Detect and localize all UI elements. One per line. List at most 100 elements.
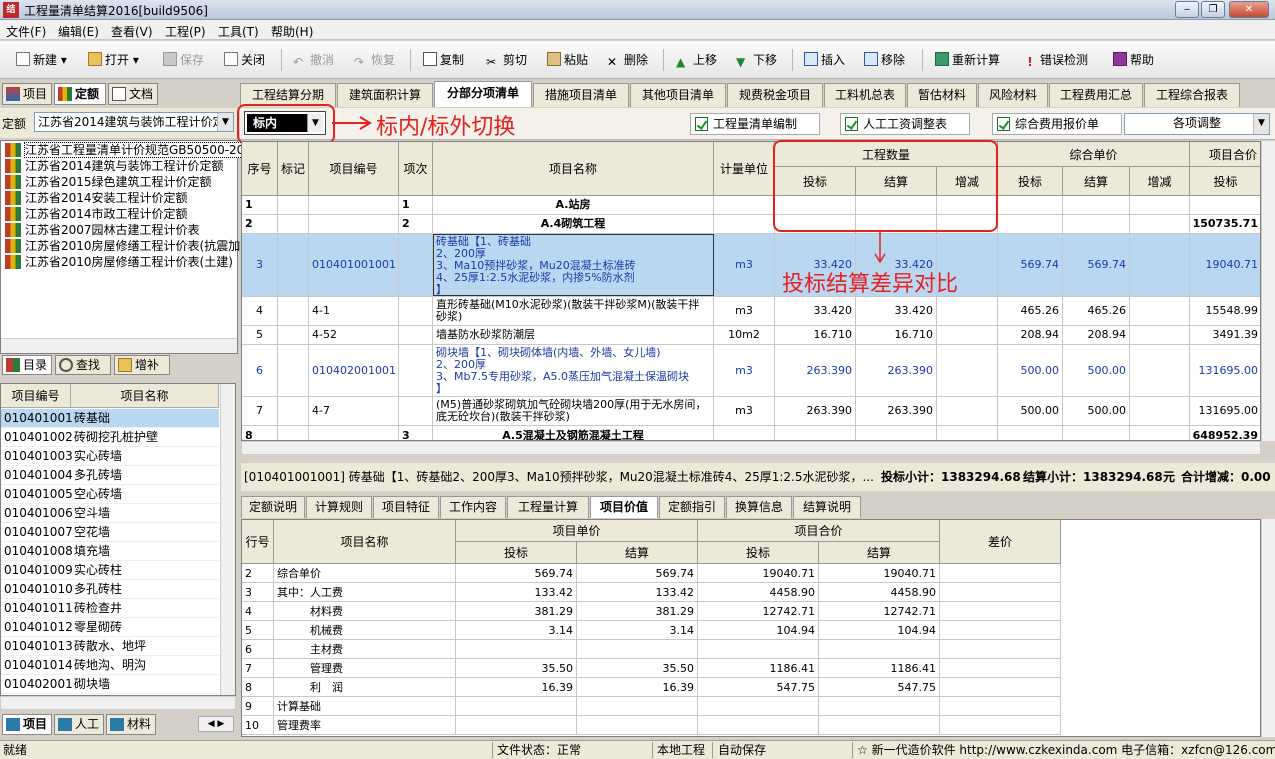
grid-cell-name[interactable]: A.4砌筑工程	[433, 215, 714, 233]
tab-conversion[interactable]: 换算信息	[726, 496, 792, 518]
grid-cell-unit[interactable]: m3	[714, 397, 775, 425]
insert-button[interactable]: 插入	[804, 50, 845, 70]
table-row[interactable]: 010401007 空花墙	[1, 523, 219, 542]
col-seq[interactable]: 序号	[242, 142, 278, 196]
value-cell-a[interactable]: 16.39	[456, 678, 577, 697]
value-cell-d[interactable]	[819, 716, 940, 735]
grid-cell-mark[interactable]	[278, 426, 309, 440]
grid-cell-p3[interactable]	[1130, 215, 1190, 233]
grid-horizontal-scrollbar[interactable]	[241, 441, 1261, 455]
menu-edit[interactable]: 编辑(E)	[58, 23, 99, 40]
col-unit-settle[interactable]: 结算	[577, 542, 698, 564]
grid-vertical-scrollbar[interactable]	[1261, 141, 1275, 441]
value-cell-x[interactable]	[940, 697, 1061, 716]
tab-qty-calc[interactable]: 工程量计算	[507, 496, 589, 518]
table-row[interactable]: 010401008 填充墙	[1, 542, 219, 561]
value-cell-a[interactable]: 133.42	[456, 583, 577, 602]
cut-button[interactable]: ✂ 剪切	[486, 50, 527, 70]
item-table-horizontal-scrollbar[interactable]	[0, 696, 236, 710]
menu-view[interactable]: 查看(V)	[111, 23, 153, 40]
grid-cell-mark[interactable]	[278, 326, 309, 344]
grid-cell-t1[interactable]: 648952.39	[1190, 426, 1260, 440]
grid-cell-unit[interactable]	[714, 426, 775, 440]
menu-tools[interactable]: 工具(T)	[218, 23, 259, 40]
value-cell-a[interactable]	[456, 640, 577, 659]
grid-cell-unit[interactable]: m3	[714, 345, 775, 396]
grid-cell-name[interactable]: A.站房	[433, 196, 714, 214]
grid-cell-q2[interactable]: 16.710	[856, 326, 937, 344]
item-name-header[interactable]: 项目名称	[71, 384, 219, 408]
grid-cell-unit[interactable]	[714, 196, 775, 214]
col-group-price[interactable]: 综合单价	[998, 142, 1190, 167]
grid-cell-seq[interactable]: 2	[242, 215, 278, 233]
value-cell-n[interactable]: 6	[242, 640, 274, 659]
grid-cell-p1[interactable]: 500.00	[998, 397, 1063, 425]
grid-cell-seq[interactable]: 8	[242, 426, 278, 440]
value-cell-n[interactable]: 5	[242, 621, 274, 640]
value-cell-name[interactable]: 利 润	[274, 678, 456, 697]
detail-vertical-scrollbar[interactable]	[1261, 519, 1275, 737]
table-row[interactable]: 9 计算基础	[242, 697, 1061, 716]
col-item-name[interactable]: 项目名称	[274, 520, 456, 564]
value-cell-c[interactable]	[698, 640, 819, 659]
grid-cell-unit[interactable]: m3	[714, 234, 775, 296]
grid-cell-q2[interactable]: 33.420	[856, 297, 937, 325]
grid-cell-p2[interactable]: 500.00	[1063, 397, 1130, 425]
value-cell-c[interactable]: 4458.90	[698, 583, 819, 602]
recalculate-button[interactable]: 重新计算	[935, 50, 1000, 70]
grid-cell-p2[interactable]	[1063, 196, 1130, 214]
move-up-button[interactable]: ▲ 上移	[676, 50, 717, 70]
value-cell-n[interactable]: 3	[242, 583, 274, 602]
value-cell-x[interactable]	[940, 621, 1061, 640]
grid-cell-t1[interactable]: 3491.39	[1190, 326, 1260, 344]
help-button[interactable]: 帮助	[1113, 50, 1154, 70]
value-cell-c[interactable]: 104.94	[698, 621, 819, 640]
maximize-button[interactable]: ❐	[1201, 1, 1225, 18]
grid-cell-t1[interactable]: 19040.71	[1190, 234, 1260, 296]
quota-tree-item[interactable]: 江苏省工程量清单计价规范GB50500-2013	[5, 142, 261, 158]
quota-tree-item[interactable]: 江苏省2007园林古建工程计价表	[5, 222, 200, 238]
value-cell-a[interactable]: 569.74	[456, 564, 577, 583]
grid-cell-q1[interactable]: 16.710	[775, 326, 856, 344]
grid-cell-q2[interactable]	[856, 426, 937, 440]
value-cell-name[interactable]: 综合单价	[274, 564, 456, 583]
tab-quota-notes[interactable]: 定额说明	[241, 496, 305, 518]
value-cell-a[interactable]: 3.14	[456, 621, 577, 640]
item-table-vertical-scrollbar[interactable]	[220, 384, 235, 695]
grid-cell-p1[interactable]	[998, 215, 1063, 233]
grid-cell-level[interactable]: 3	[399, 426, 433, 440]
grid-cell-code[interactable]: 4-52	[309, 326, 399, 344]
grid-cell-mark[interactable]	[278, 297, 309, 325]
menu-file[interactable]: 文件(F)	[6, 23, 46, 40]
open-button[interactable]: 打开 ▾	[88, 50, 139, 70]
value-cell-b[interactable]	[577, 716, 698, 735]
table-row[interactable]: 010401002 砖砌挖孔桩护壁	[1, 428, 219, 447]
grid-cell-level[interactable]	[399, 397, 433, 425]
value-cell-x[interactable]	[940, 659, 1061, 678]
grid-cell-p3[interactable]	[1130, 326, 1190, 344]
grid-cell-q1[interactable]: 263.390	[775, 345, 856, 396]
tree-horizontal-scrollbar[interactable]	[1, 338, 237, 353]
grid-cell-mark[interactable]	[278, 215, 309, 233]
grid-cell-level[interactable]	[399, 345, 433, 396]
table-row[interactable]: 3 其中：人工费 133.42 133.42 4458.90 4458.90	[242, 583, 1061, 602]
tab-labor[interactable]: 人工	[54, 714, 104, 735]
grid-cell-p1[interactable]: 208.94	[998, 326, 1063, 344]
tab-materials[interactable]: 材料	[106, 714, 156, 735]
table-row[interactable]: 010401001 砖基础	[1, 409, 219, 428]
grid-cell-q1[interactable]	[775, 426, 856, 440]
value-cell-name[interactable]: 其中：人工费	[274, 583, 456, 602]
col-price-diff[interactable]: 增减	[1130, 167, 1190, 196]
grid-cell-seq[interactable]: 7	[242, 397, 278, 425]
quota-tree-item[interactable]: 江苏省2014建筑与装饰工程计价定额	[5, 158, 224, 174]
grid-cell-code[interactable]	[309, 196, 399, 214]
tab-measures[interactable]: 措施项目清单	[533, 83, 629, 107]
value-cell-x[interactable]	[940, 583, 1061, 602]
quota-tree-item[interactable]: 江苏省2010房屋修缮工程计价表(抗震加固)	[5, 238, 257, 254]
tab-quota[interactable]: 定额	[54, 83, 106, 105]
value-cell-n[interactable]: 2	[242, 564, 274, 583]
tab-labor-material-summary[interactable]: 工料机总表	[824, 83, 906, 107]
value-cell-b[interactable]: 35.50	[577, 659, 698, 678]
value-cell-n[interactable]: 9	[242, 697, 274, 716]
grid-cell-p1[interactable]	[998, 196, 1063, 214]
